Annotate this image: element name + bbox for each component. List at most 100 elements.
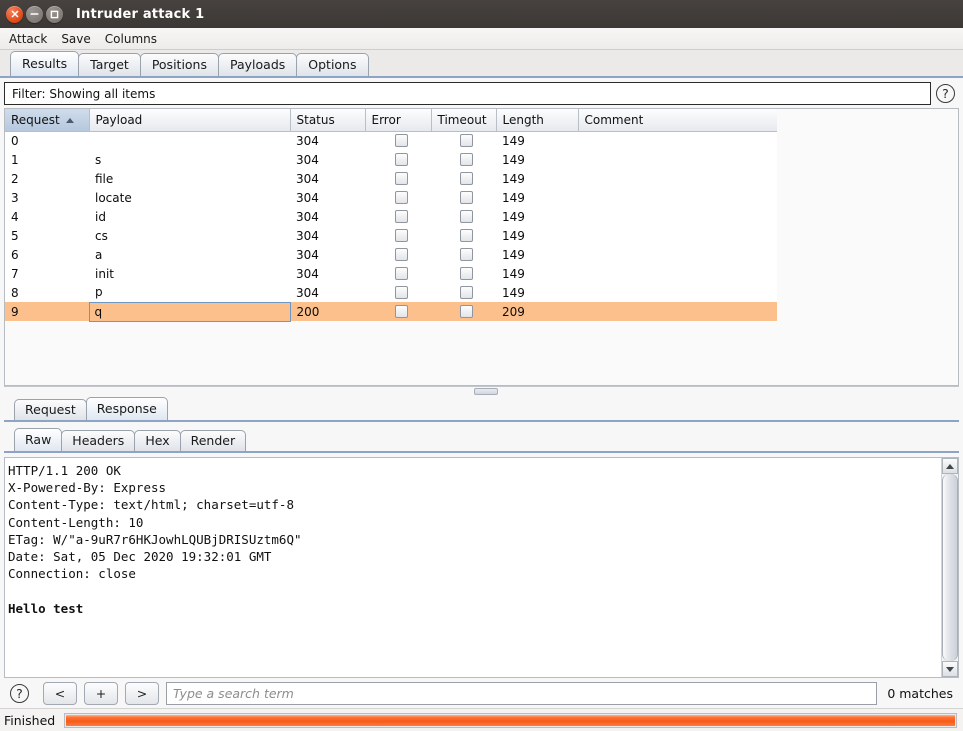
minimize-window-icon[interactable]	[26, 5, 43, 23]
column-header-length[interactable]: Length	[496, 109, 579, 132]
cell-request: 0	[11, 133, 19, 148]
timeout-checkbox-icon[interactable]	[460, 248, 473, 261]
cell-length: 149	[502, 285, 525, 300]
search-previous-button[interactable]: <	[43, 681, 77, 705]
error-checkbox-icon[interactable]	[394, 172, 408, 185]
error-checkbox-icon[interactable]	[394, 248, 408, 261]
error-checkbox-icon[interactable]	[394, 210, 408, 223]
timeout-cell	[431, 131, 496, 150]
tab-raw[interactable]: Raw	[14, 428, 63, 451]
cell-request: 8	[11, 285, 19, 300]
table-row[interactable]: 9 q 200 209	[5, 301, 777, 322]
tab-hex[interactable]: Hex	[134, 430, 181, 451]
tab-results[interactable]: Results	[10, 51, 80, 76]
cell-length: 209	[496, 302, 578, 321]
timeout-checkbox-icon[interactable]	[460, 210, 473, 223]
cell-length: 149	[502, 209, 525, 224]
search-help-icon[interactable]: ?	[10, 683, 29, 703]
cell-status: 200	[290, 302, 365, 321]
tab-render[interactable]: Render	[179, 430, 247, 451]
cell-comment	[578, 283, 777, 302]
table-row[interactable]: 3 locate 304 149	[5, 188, 777, 207]
minimize-dash-glyph	[30, 13, 39, 15]
cell-length: 149	[502, 190, 525, 205]
search-add-button[interactable]: +	[84, 681, 118, 705]
attack-progress-fill	[66, 714, 955, 726]
column-header-comment[interactable]: Comment	[578, 109, 777, 132]
scrollbar-thumb[interactable]	[942, 474, 958, 661]
search-input[interactable]: Type a search term	[166, 681, 878, 705]
timeout-checkbox-icon[interactable]	[460, 153, 473, 166]
response-raw-text[interactable]: HTTP/1.1 200 OK X-Powered-By: Express Co…	[5, 458, 941, 677]
column-header-request-label: Request	[11, 112, 60, 127]
table-row[interactable]: 1 s 304 149	[5, 150, 777, 169]
error-checkbox-icon[interactable]	[394, 134, 408, 148]
timeout-cell	[431, 150, 496, 169]
scroll-down-arrow-icon[interactable]	[942, 661, 958, 677]
menu-item-attack[interactable]: Attack	[9, 32, 47, 46]
column-header-payload[interactable]: Payload	[89, 109, 291, 132]
triangle-up-glyph	[946, 463, 954, 469]
tab-request[interactable]: Request	[14, 399, 87, 420]
menu-item-columns[interactable]: Columns	[105, 32, 157, 46]
cell-status: 304	[296, 133, 319, 148]
table-row[interactable]: 5 cs 304 149	[5, 226, 777, 245]
tab-headers[interactable]: Headers	[61, 430, 136, 451]
table-row[interactable]: 8 p 304 149	[5, 283, 777, 302]
table-row[interactable]: 0 304 149	[5, 131, 777, 150]
tab-options[interactable]: Options	[296, 53, 369, 76]
column-header-request[interactable]: Request	[5, 109, 90, 132]
timeout-checkbox-icon[interactable]	[460, 172, 473, 185]
timeout-checkbox-icon[interactable]	[460, 305, 473, 318]
error-checkbox-icon[interactable]	[394, 267, 408, 280]
error-checkbox-icon[interactable]	[394, 153, 408, 166]
error-cell	[365, 302, 431, 321]
tab-target[interactable]: Target	[78, 53, 141, 76]
error-cell	[365, 131, 431, 150]
table-row[interactable]: 2 file 304 149	[5, 169, 777, 188]
error-cell	[365, 264, 431, 283]
cell-status: 304	[296, 266, 319, 281]
timeout-cell	[431, 226, 496, 245]
response-vertical-scrollbar[interactable]	[941, 458, 958, 677]
timeout-checkbox-icon[interactable]	[460, 134, 473, 148]
timeout-checkbox-icon[interactable]	[460, 286, 473, 299]
timeout-checkbox-icon[interactable]	[460, 229, 473, 242]
table-row[interactable]: 6 a 304 149	[5, 245, 777, 264]
tab-positions[interactable]: Positions	[139, 53, 219, 76]
filter-bar[interactable]: Filter: Showing all items	[4, 82, 931, 105]
error-checkbox-icon[interactable]	[394, 305, 408, 318]
column-header-status[interactable]: Status	[290, 109, 366, 132]
table-row[interactable]: 4 id 304 149	[5, 207, 777, 226]
panel-splitter[interactable]	[4, 386, 959, 397]
table-row[interactable]: 7 init 304 149	[5, 264, 777, 283]
error-checkbox-icon[interactable]	[394, 229, 408, 242]
cell-request: 1	[11, 152, 19, 167]
cell-comment	[578, 131, 777, 150]
timeout-cell	[431, 302, 496, 321]
maximize-window-icon[interactable]	[46, 5, 63, 23]
timeout-checkbox-icon[interactable]	[460, 191, 473, 204]
tab-payloads[interactable]: Payloads	[218, 53, 298, 76]
filter-help-icon[interactable]: ?	[936, 84, 955, 103]
cell-comment	[578, 150, 777, 169]
cell-length: 149	[502, 152, 525, 167]
menu-item-save[interactable]: Save	[61, 32, 90, 46]
splitter-grip-icon[interactable]	[474, 388, 498, 395]
tab-response[interactable]: Response	[85, 397, 168, 420]
column-header-timeout[interactable]: Timeout	[431, 109, 497, 132]
column-header-error[interactable]: Error	[365, 109, 432, 132]
close-x-glyph	[11, 10, 18, 18]
cell-comment	[578, 245, 777, 264]
scroll-up-arrow-icon[interactable]	[942, 458, 958, 474]
error-checkbox-icon[interactable]	[394, 286, 408, 299]
cell-status: 304	[296, 285, 319, 300]
timeout-checkbox-icon[interactable]	[460, 267, 473, 280]
error-checkbox-icon[interactable]	[394, 191, 408, 204]
main-tab-strip: Results Target Positions Payloads Option…	[0, 50, 963, 78]
cell-request: 5	[11, 228, 19, 243]
search-next-button[interactable]: >	[125, 681, 159, 705]
close-window-icon[interactable]	[6, 5, 23, 23]
filter-row: Filter: Showing all items ?	[4, 78, 959, 108]
cell-comment	[578, 188, 777, 207]
